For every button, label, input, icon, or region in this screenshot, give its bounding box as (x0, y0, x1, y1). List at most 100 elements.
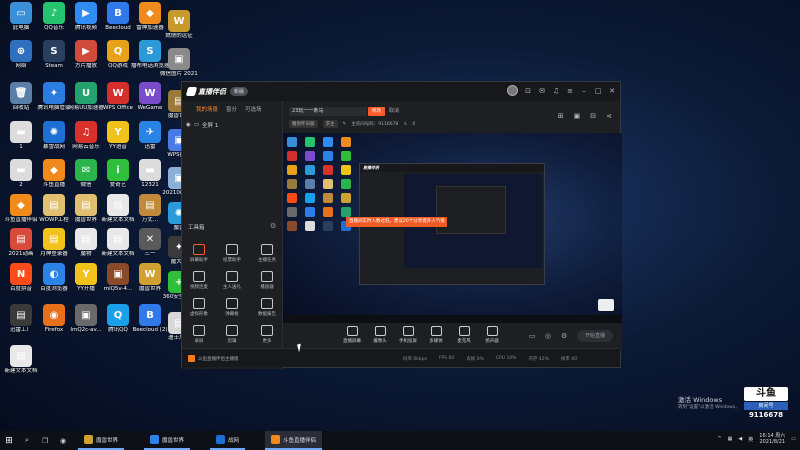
tool-item[interactable]: 屏幕助手 (184, 244, 214, 263)
control-icon (458, 326, 470, 336)
system-tray: ^ ▦ ◀ 英 16:14 周六 2021/8/21 ▭ (717, 433, 796, 445)
source-control-button[interactable]: 摄像头 (367, 326, 393, 344)
minimize-icon[interactable]: – (580, 87, 588, 95)
title-bar[interactable]: 直播伴侣 新版 ⊡ ✉ ♫ ≡ – □ ✕ (182, 82, 620, 101)
maximize-icon[interactable]: □ (594, 87, 602, 95)
windows-icon: ⊞ (5, 435, 13, 446)
desktop-icon[interactable]: W 燃烧的远征 (160, 10, 198, 40)
douyu-logo-icon (185, 87, 198, 96)
source-control-button[interactable]: 多媒体 (423, 326, 449, 344)
start-live-button[interactable]: 开始直播 (577, 330, 613, 342)
app-icon: ✉ (75, 159, 97, 181)
eye-icon[interactable]: ◉ (186, 122, 191, 128)
beauty-icon[interactable]: ◎ (545, 332, 551, 340)
tool-item[interactable]: 剪辑 (217, 325, 247, 344)
source-control-button[interactable]: 手机投屏 (395, 326, 421, 344)
status-bar: 斗鱼直播伴侣主播版 码率 0kbps FPS 60 丢帧 0% CPU 10% 内存 4… (182, 348, 620, 367)
control-icon (430, 326, 442, 336)
header-actions: ⊞ ▣ ⊟ ⋖ (558, 112, 612, 120)
clock[interactable]: 16:14 周六 2021/8/21 (759, 433, 785, 445)
tool-item[interactable]: 更多 (252, 325, 282, 344)
pinned-app-icon[interactable]: ◉ (54, 431, 72, 450)
preview-icon (287, 179, 297, 189)
app-icon: ◆ (43, 159, 65, 181)
source-control-button[interactable]: 麦克风 (451, 326, 477, 344)
tab-window[interactable]: 窗分 (226, 105, 237, 113)
source-control-button[interactable]: 直播屏幕 (339, 326, 365, 344)
close-icon[interactable]: ✕ (608, 87, 616, 95)
app-icon: ▤ (139, 194, 161, 216)
toolbox-settings-icon[interactable]: ⚙ (270, 222, 276, 230)
app-icon: ✦ (43, 82, 65, 104)
layout-icon[interactable]: ▣ (574, 112, 581, 120)
search-icon[interactable]: ⌕ (18, 431, 36, 450)
source-control-button[interactable]: 扬声器 (479, 326, 505, 344)
tool-item[interactable]: 投票助手 (217, 244, 247, 263)
tool-item[interactable]: 录屏 (184, 325, 214, 344)
message-icon[interactable]: ✉ (538, 87, 546, 95)
cancel-button[interactable]: 取消 (389, 107, 399, 116)
edit-icon[interactable]: ✎ (343, 122, 347, 127)
tool-item[interactable]: 主人送礼 (217, 271, 247, 290)
tool-item[interactable]: 数据报告 (252, 298, 282, 317)
tool-item[interactable]: 主播任务 (252, 244, 282, 263)
share-icon[interactable]: ⋖ (606, 112, 612, 120)
tool-label: 主播任务 (258, 258, 276, 263)
tool-label: 录屏 (194, 339, 204, 344)
version-badge[interactable]: 新版 (230, 87, 249, 96)
desktop-icon[interactable]: ▤ 新建文本文档 (2, 345, 40, 375)
app-icon: ▣ (107, 263, 129, 285)
taskbar-app[interactable]: 斗鱼直播伴侣 (265, 431, 323, 450)
tab-my-scenes[interactable]: 我的场景 (196, 105, 218, 113)
room-title-input[interactable]: 23玩一一条马 (289, 107, 367, 116)
gift-box-icon[interactable]: ⊞ (558, 112, 564, 120)
start-button[interactable]: ⊞ (0, 431, 18, 450)
preview-icon (287, 151, 297, 161)
control-icon (374, 326, 386, 336)
preview-icon (341, 193, 351, 203)
app-icon: W (107, 82, 129, 104)
douyu-room-tag: 房间号 (744, 402, 788, 410)
tool-item[interactable]: 播放器 (252, 271, 282, 290)
camera-icon[interactable]: ▭ (529, 332, 536, 340)
category-selector[interactable]: 魔兽怀旧服 (289, 120, 318, 128)
taskbar-app[interactable]: 魔兽世界 (78, 431, 125, 450)
task-view-icon[interactable]: ❐ (36, 431, 54, 450)
avatar[interactable] (507, 85, 518, 96)
preview-icon (323, 193, 333, 203)
notification-icon[interactable]: ▭ (791, 436, 796, 442)
settings-icon[interactable]: ⚙ (561, 332, 567, 340)
modify-title-button[interactable]: 修改 (368, 107, 385, 116)
tag-selector[interactable]: 求主 (322, 120, 338, 128)
tool-item[interactable]: 视频连麦 (184, 271, 214, 290)
app-icon: ◉ (43, 304, 65, 326)
tool-item[interactable]: 虚拟形象 (184, 298, 214, 317)
preview-icon (287, 221, 297, 231)
tab-optional[interactable]: 可选场 (245, 105, 262, 113)
title-actions: ⊡ ✉ ♫ ≡ – □ ✕ (507, 85, 616, 96)
preview-icon (323, 221, 333, 231)
screenshot-icon[interactable]: ⊟ (590, 112, 596, 120)
control-icon (486, 326, 498, 336)
volume-icon[interactable]: ◀ (738, 436, 742, 442)
scene-item-label: 全屏 1 (202, 123, 219, 129)
preview-desktop-icons (287, 137, 355, 231)
tool-item[interactable]: 弹幕板 (217, 298, 247, 317)
desktop-icon[interactable]: ▣微信图片 20210811... (160, 48, 198, 78)
network-icon[interactable]: ▦ (728, 436, 733, 442)
notice-banner[interactable]: 直播间实时人数过低，建议20个分享提升人气值 (346, 217, 447, 227)
preview-icon (323, 179, 333, 189)
clock-date: 2021/8/21 (759, 439, 786, 445)
preview-taskbar (283, 315, 622, 323)
taskbar-app[interactable]: 战网 (210, 431, 246, 450)
ime-indicator[interactable]: 英 (748, 436, 753, 443)
menu-icon[interactable]: ≡ (566, 87, 574, 95)
gift-icon[interactable]: ⊡ (524, 87, 532, 95)
scene-item[interactable]: ◉ ▭ 全屏 1 (186, 121, 282, 129)
chevron-up-icon[interactable]: ^ (717, 436, 721, 442)
stream-preview[interactable]: 直播伴侣 直播间实时人数过低，建议20个分享提升人气值 (283, 133, 622, 323)
taskbar-app[interactable]: 魔兽世界 (144, 431, 191, 450)
bell-icon[interactable]: ♫ (552, 87, 560, 95)
preview-desktop-capture: 直播伴侣 直播间实时人数过低，建议20个分享提升人气值 (283, 133, 622, 323)
preview-douyu-watermark (598, 299, 614, 311)
